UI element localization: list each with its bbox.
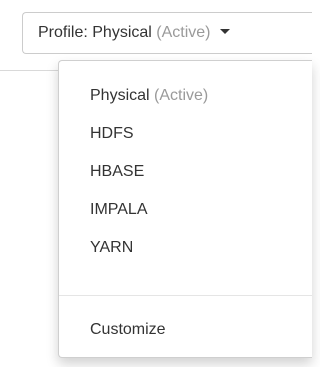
profile-dropdown-menu: Physical (Active) HDFS HBASE IMPALA YARN…: [58, 60, 312, 358]
menu-divider: [59, 295, 312, 296]
menu-item-hdfs[interactable]: HDFS: [59, 115, 312, 153]
profile-dropdown-button[interactable]: Profile: Physical (Active): [22, 12, 312, 54]
menu-item-label: Physical: [90, 87, 150, 104]
profile-button-label: Profile: Physical: [38, 24, 152, 41]
menu-item-impala[interactable]: IMPALA: [59, 191, 312, 229]
menu-item-active-status: (Active): [154, 87, 209, 104]
profile-active-status: (Active): [156, 24, 211, 41]
menu-item-label: YARN: [90, 239, 134, 256]
customize-label: Customize: [90, 321, 166, 338]
menu-item-yarn[interactable]: YARN: [59, 229, 312, 267]
menu-item-label: HBASE: [90, 163, 145, 180]
menu-item-label: IMPALA: [90, 201, 148, 218]
caret-down-icon: [219, 29, 230, 35]
menu-item-hbase[interactable]: HBASE: [59, 153, 312, 191]
menu-item-label: HDFS: [90, 125, 134, 142]
divider-line: [0, 70, 58, 71]
menu-item-physical[interactable]: Physical (Active): [59, 77, 312, 115]
customize-menu-item[interactable]: Customize: [59, 311, 312, 349]
profile-options-list: Physical (Active) HDFS HBASE IMPALA YARN: [59, 77, 312, 267]
